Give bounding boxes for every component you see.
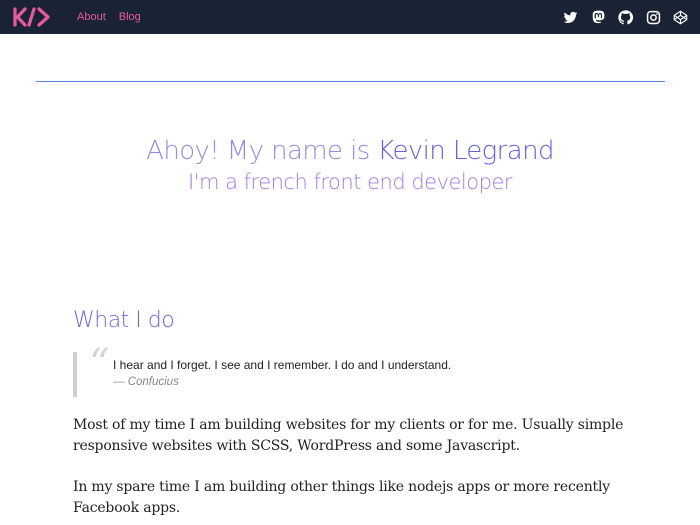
social-links — [551, 0, 689, 34]
hero-greeting: Ahoy! My name is Kevin Legrand — [0, 134, 700, 168]
nav-link-blog[interactable]: Blog — [119, 11, 141, 23]
quote-text: I hear and I forget. I see and I remembe… — [113, 358, 452, 372]
paragraph: Most of my time I am building websites f… — [73, 417, 624, 454]
hero-tagline: I'm a french front end developer — [188, 170, 513, 194]
codepen-icon[interactable] — [673, 10, 688, 25]
site-logo[interactable] — [12, 7, 54, 27]
paragraph: In my spare time I am building other thi… — [73, 479, 610, 516]
mastodon-icon[interactable] — [591, 10, 606, 25]
top-navbar: About Blog — [0, 0, 700, 34]
what-i-do-section: What I do “ I hear and I forget. I see a… — [73, 306, 643, 519]
kl-logo-icon — [13, 7, 50, 27]
hero: Ahoy! My name is Kevin Legrand I'm a fre… — [0, 134, 700, 196]
header-divider — [36, 81, 665, 82]
github-icon[interactable] — [618, 9, 633, 25]
section-title: What I do — [73, 308, 175, 333]
greeting-text: Ahoy! My name is — [146, 136, 378, 166]
instagram-icon[interactable] — [646, 10, 661, 25]
twitter-icon[interactable] — [563, 10, 578, 25]
quote-author: — Confucius — [113, 376, 179, 388]
main-nav: About Blog — [77, 0, 154, 34]
quote-mark-icon: “ — [89, 341, 110, 387]
hero-name: Kevin Legrand — [377, 136, 554, 166]
nav-link-about[interactable]: About — [77, 11, 106, 23]
blockquote: “ I hear and I forget. I see and I remem… — [73, 344, 643, 397]
